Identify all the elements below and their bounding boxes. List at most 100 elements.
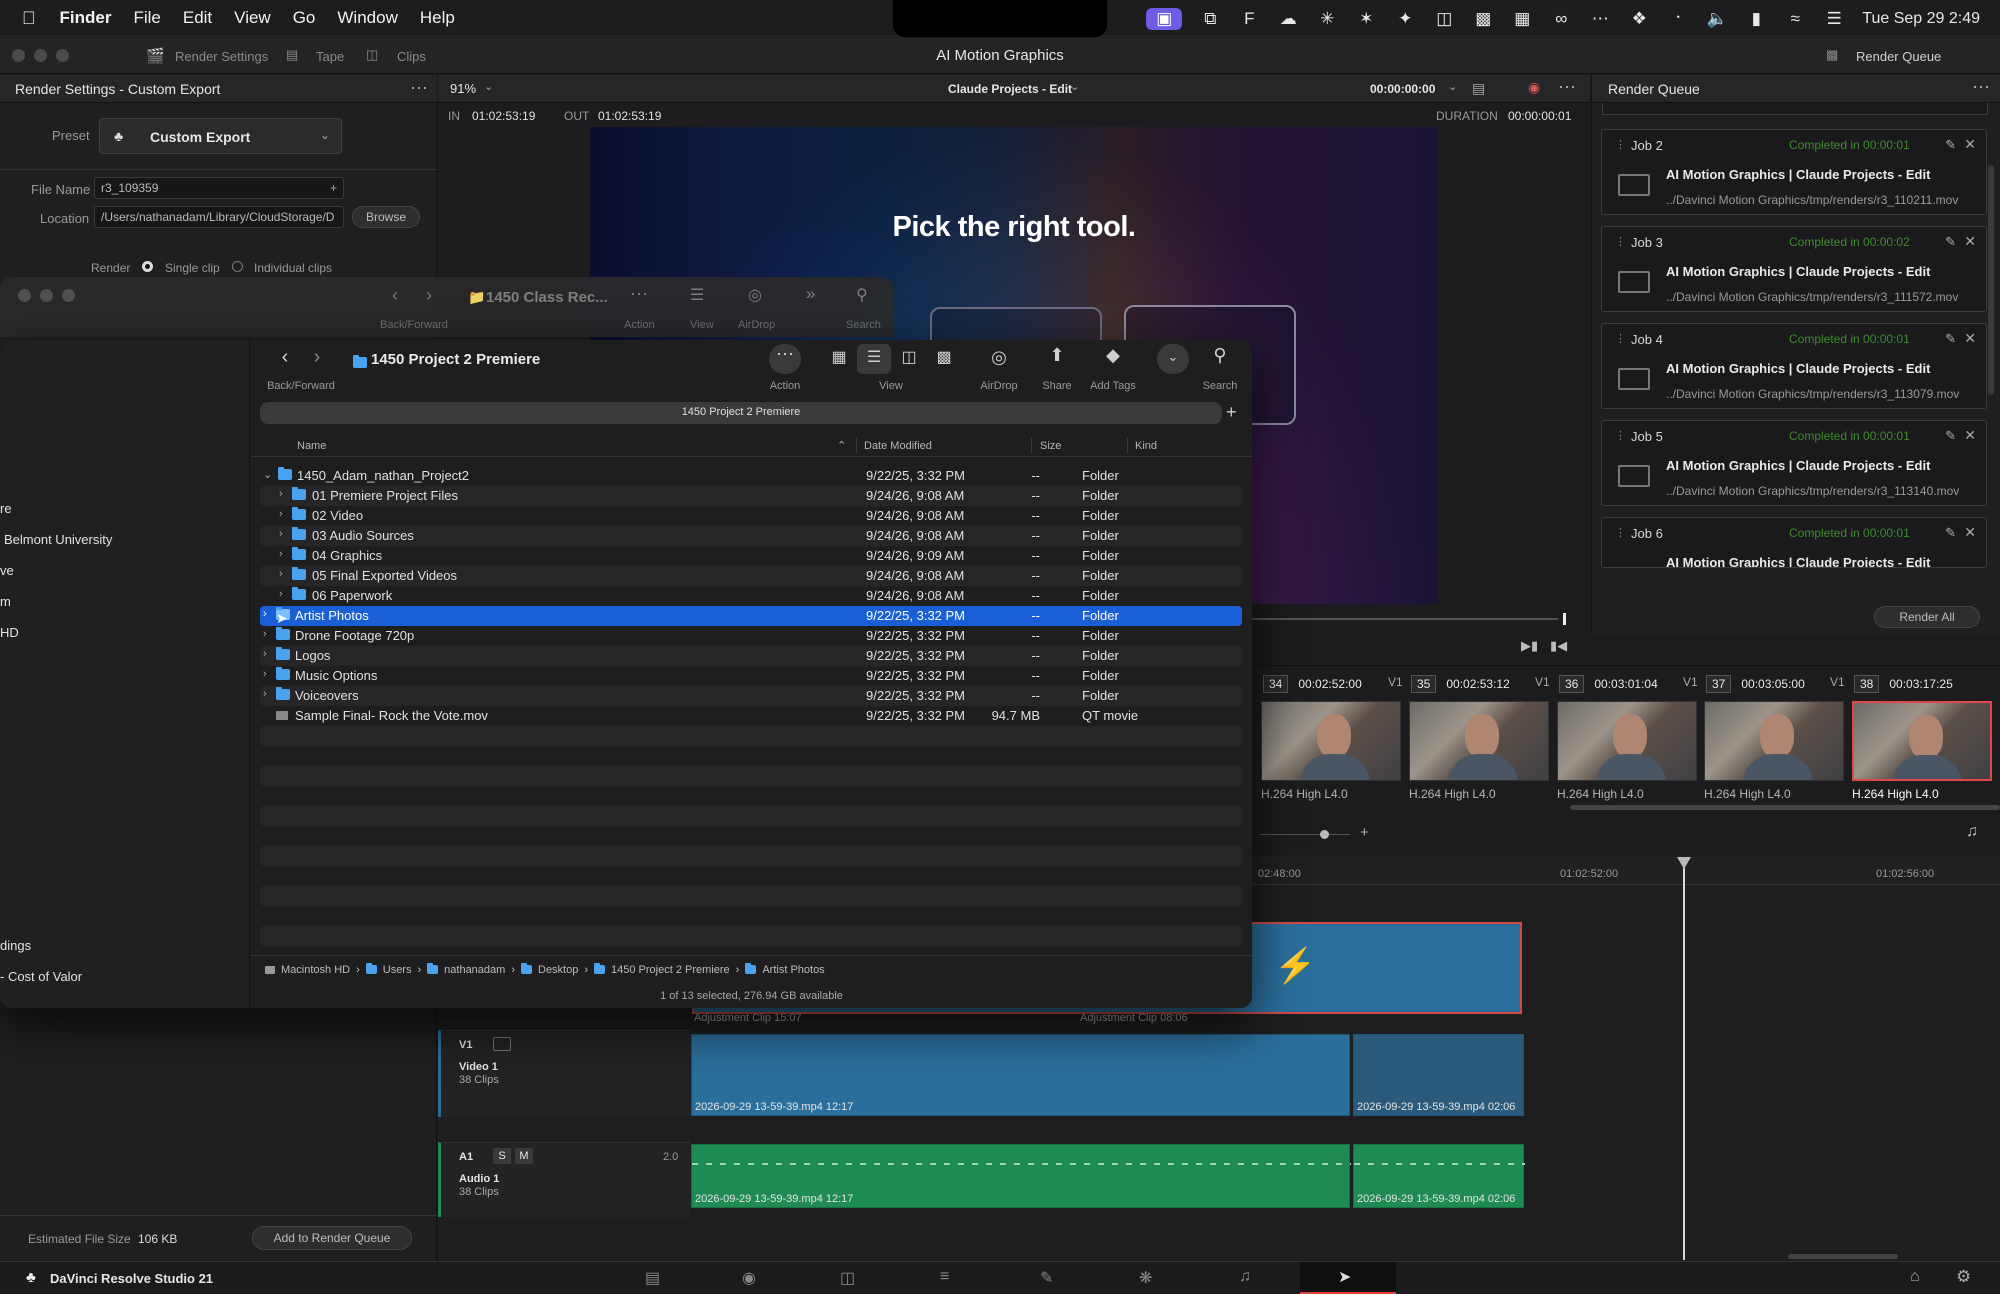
render-job[interactable]: ⋮ Job 5 Completed in 00:00:01 ✎ ✕ AI Mot… xyxy=(1601,420,1987,506)
chevron-down-icon[interactable]: ⌄ xyxy=(484,80,493,93)
chevrons-icon[interactable]: » xyxy=(806,284,815,304)
disclosure-open-icon[interactable]: ⌄ xyxy=(263,468,272,481)
menu-file[interactable]: File xyxy=(133,8,160,28)
chevron-down-icon[interactable]: ⌄ xyxy=(1157,344,1189,374)
close-icon[interactable]: ✕ xyxy=(1964,330,1976,347)
col-size[interactable]: Size xyxy=(1040,440,1061,452)
action-more-icon[interactable]: ⋯ xyxy=(769,344,801,374)
clip-thumbnail[interactable] xyxy=(1409,701,1549,781)
add-to-render-queue-button[interactable]: Add to Render Queue xyxy=(252,1226,412,1250)
add-tab-icon[interactable]: + xyxy=(1226,402,1237,423)
cut-page-icon[interactable]: ◉ xyxy=(742,1268,756,1288)
finder-window[interactable]: re Belmont University ve m HD dings - Co… xyxy=(0,340,1252,1008)
sidebar-item[interactable]: dings xyxy=(0,938,31,953)
airdrop-icon[interactable]: ◎ xyxy=(984,347,1014,368)
grip-icon[interactable]: ⋮ xyxy=(1615,235,1626,248)
file-row[interactable]: › Music Options 9/22/25, 3:32 PM -- Fold… xyxy=(260,666,1242,686)
preset-dropdown[interactable]: ♣ Custom Export ⌄ xyxy=(99,118,342,154)
file-row[interactable]: ⌄ 1450_Adam_nathan_Project2 9/22/25, 3:3… xyxy=(260,466,1242,486)
solo-button[interactable]: S xyxy=(493,1148,511,1164)
disclosure-icon[interactable]: › xyxy=(279,568,283,580)
video-clip[interactable]: 2026-09-29 13-59-39.mp4 12:17 xyxy=(691,1034,1350,1116)
menu-app-name[interactable]: Finder xyxy=(60,8,112,28)
window-controls[interactable] xyxy=(12,49,69,62)
plus-icon[interactable]: + xyxy=(330,181,337,195)
volume-icon[interactable]: 🔈 xyxy=(1706,8,1728,30)
disclosure-icon[interactable]: › xyxy=(279,488,283,500)
file-row[interactable]: › 04 Graphics 9/24/26, 9:09 AM -- Folder xyxy=(260,546,1242,566)
media-page-icon[interactable]: ▤ xyxy=(645,1268,660,1288)
playhead[interactable] xyxy=(1683,865,1685,1260)
menu-go[interactable]: Go xyxy=(293,8,316,28)
file-row[interactable]: › Voiceovers 9/22/25, 3:32 PM -- Folder xyxy=(260,686,1242,706)
audio-clip[interactable]: 2026-09-29 13-59-39.mp4 02:06 xyxy=(1353,1144,1525,1208)
dots-icon[interactable]: ⋯ xyxy=(1589,8,1611,30)
render-job[interactable]: ⋮ Job 6 Completed in 00:00:01 ✎ ✕ AI Mot… xyxy=(1601,517,1987,568)
list-view-icon[interactable]: ☰ xyxy=(857,344,891,374)
render-all-button[interactable]: Render All xyxy=(1874,606,1980,628)
render-job[interactable]: ⋮ Job 2 Completed in 00:00:01 ✎ ✕ AI Mot… xyxy=(1601,129,1987,215)
file-row[interactable]: › 06 Paperwork 9/24/26, 9:08 AM -- Folde… xyxy=(260,586,1242,606)
disclosure-icon[interactable]: › xyxy=(263,648,267,660)
file-row[interactable]: › 03 Audio Sources 9/24/26, 9:08 AM -- F… xyxy=(260,526,1242,546)
edit-icon[interactable]: ✎ xyxy=(1945,234,1956,250)
sidebar-item[interactable]: m xyxy=(0,594,11,609)
disclosure-icon[interactable]: › xyxy=(279,508,283,520)
color-wheel-icon[interactable]: ◉ xyxy=(1528,79,1540,96)
file-row[interactable]: › 05 Final Exported Videos 9/24/26, 9:08… xyxy=(260,566,1242,586)
radio-single-clip[interactable] xyxy=(142,261,153,272)
filename-field[interactable]: r3_109359 + xyxy=(94,177,344,199)
deliver-page-tab[interactable]: ➤ xyxy=(1300,1262,1396,1294)
sidebar-item[interactable]: - Cost of Valor xyxy=(0,969,82,984)
scrubber-handle[interactable] xyxy=(1563,613,1566,625)
queue-scrollbar[interactable] xyxy=(1988,165,1994,395)
tab-clips[interactable]: Clips xyxy=(397,49,426,64)
search-icon[interactable]: ⚲ xyxy=(1205,345,1235,366)
claude-icon[interactable]: ✳ xyxy=(1316,8,1338,30)
share-screen-icon[interactable]: ⧉ xyxy=(1199,8,1221,30)
clip-thumbnail-selected[interactable] xyxy=(1852,701,1992,781)
file-row[interactable]: › 01 Premiere Project Files 9/24/26, 9:0… xyxy=(260,486,1242,506)
file-row[interactable]: › Drone Footage 720p 9/22/25, 3:32 PM --… xyxy=(260,626,1242,646)
screen-record-icon[interactable]: ▣ xyxy=(1146,7,1183,30)
chevron-down-icon[interactable]: ⌄ xyxy=(1448,80,1457,93)
bluetooth-icon[interactable]: ᛫ xyxy=(1667,8,1689,30)
disclosure-icon[interactable]: › xyxy=(263,628,267,640)
menu-view[interactable]: View xyxy=(234,8,271,28)
close-icon[interactable]: ✕ xyxy=(1964,524,1976,541)
gallery-view-icon[interactable]: ▩ xyxy=(927,347,961,367)
back-icon[interactable]: ‹ xyxy=(392,285,398,306)
zoom-slider-handle[interactable] xyxy=(1320,830,1329,839)
sidebar-item[interactable]: Belmont University xyxy=(4,532,112,547)
file-row[interactable]: › 02 Video 9/24/26, 9:08 AM -- Folder xyxy=(260,506,1242,526)
f-icon[interactable]: F xyxy=(1238,8,1260,30)
fusion-page-icon[interactable]: ≡ xyxy=(940,1268,949,1286)
color-page-icon[interactable]: ✎ xyxy=(1040,1268,1053,1288)
breadcrumb-item[interactable]: Users xyxy=(383,964,412,976)
render-queue-toggle[interactable]: Render Queue xyxy=(1856,49,1941,64)
next-frame-icon[interactable]: ▶▮ xyxy=(1521,638,1538,654)
finder-window-background[interactable]: ‹ › 📁 1450 Class Rec... ⋯ ☰ ◎ » ⚲ Back/F… xyxy=(0,277,893,337)
video-clip[interactable]: 2026-09-29 13-59-39.mp4 02:06 xyxy=(1353,1034,1524,1116)
more-icon[interactable]: ⋯ xyxy=(630,284,648,305)
airdrop-icon[interactable]: ◎ xyxy=(748,285,762,305)
control-center-icon[interactable]: ☰ xyxy=(1823,8,1845,30)
disclosure-icon[interactable]: › xyxy=(263,688,267,700)
edit-icon[interactable]: ✎ xyxy=(1945,525,1956,541)
monitor-icon[interactable]: ▤ xyxy=(1472,80,1485,97)
close-icon[interactable]: ✕ xyxy=(1964,427,1976,444)
disclosure-icon[interactable]: › xyxy=(263,668,267,680)
dropbox-icon[interactable]: ❖ xyxy=(1628,8,1650,30)
clips-scrollbar[interactable] xyxy=(1570,805,2000,810)
back-icon[interactable]: ‹ xyxy=(275,346,295,369)
grid-icon[interactable]: ▦ xyxy=(1511,8,1533,30)
breadcrumb-item[interactable]: Macintosh HD xyxy=(281,964,350,976)
track-header-a1[interactable]: A1 S M 2.0 Audio 1 38 Clips xyxy=(438,1142,690,1217)
path-bar-button[interactable]: 1450 Project 2 Premiere xyxy=(260,402,1222,424)
edit-page-icon[interactable]: ◫ xyxy=(840,1268,855,1288)
sidebar-item[interactable]: re xyxy=(0,501,12,516)
cloud-icon[interactable]: ☁ xyxy=(1277,8,1299,30)
menu-edit[interactable]: Edit xyxy=(183,8,212,28)
grip-icon[interactable]: ⋮ xyxy=(1615,138,1626,151)
tab-render-settings[interactable]: Render Settings xyxy=(175,49,268,64)
